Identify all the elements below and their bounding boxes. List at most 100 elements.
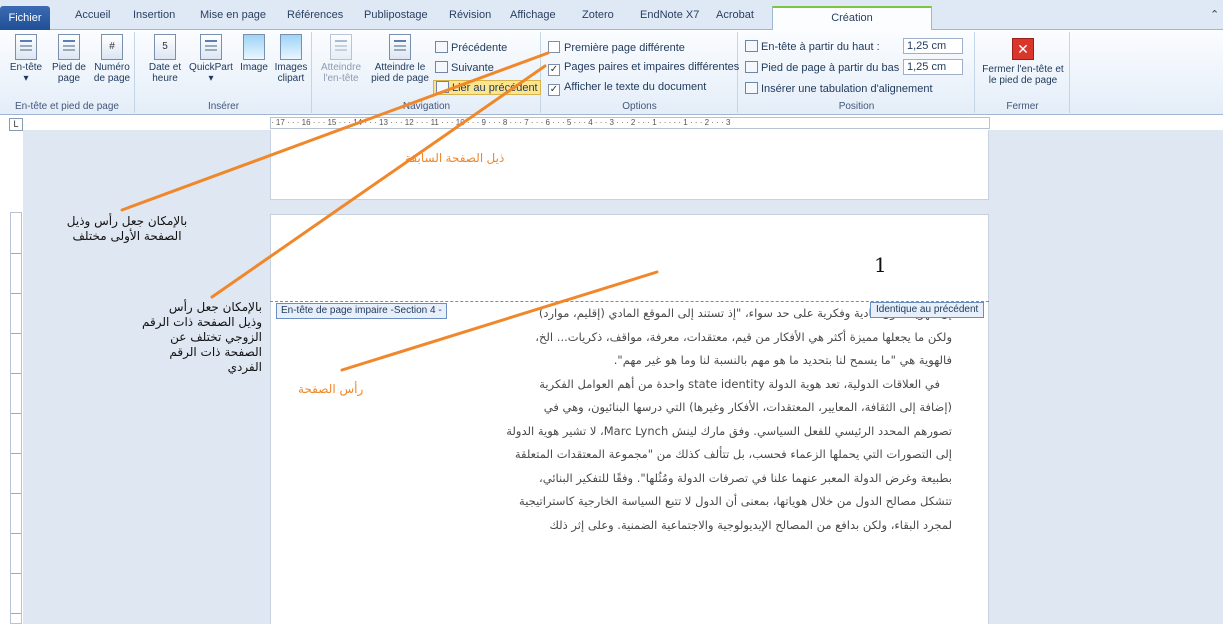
group-close: ✕ Fermer l'en-tête et le pied de page Fe…: [976, 32, 1070, 113]
next-icon: [435, 61, 448, 73]
next-button[interactable]: Suivante: [435, 61, 494, 74]
previous-button[interactable]: Précédente: [435, 41, 507, 54]
page-number-label: Numéro de page: [93, 62, 131, 84]
image-button[interactable]: Image: [238, 34, 270, 73]
image-icon: [243, 34, 265, 60]
tab-endnote[interactable]: EndNote X7: [640, 9, 699, 21]
footer-icon: [58, 34, 80, 60]
tab-acrobat[interactable]: Acrobat: [716, 9, 754, 21]
show-document-text-option[interactable]: ✓ Afficher le texte du document: [548, 81, 706, 96]
tab-file[interactable]: Fichier: [0, 6, 50, 30]
group-title-position: Position: [838, 101, 875, 112]
body-line: لمجرد البقاء، ولكن بدافع من المصالح الإي…: [549, 517, 952, 532]
image-label: Image: [240, 62, 268, 73]
group-title-options: Options: [622, 101, 657, 112]
vertical-ruler[interactable]: [10, 212, 22, 624]
different-odd-even-checkbox[interactable]: ✓: [548, 64, 560, 76]
link-icon: [436, 81, 449, 93]
tab-mailings[interactable]: Publipostage: [364, 9, 428, 21]
group-position: En-tête à partir du haut : 1,25 cm Pied …: [739, 32, 975, 113]
quickpart-icon: [200, 34, 222, 60]
footer-button[interactable]: Pied de page: [48, 34, 90, 84]
body-line: تتشكل مصالح الدول من خلال هوياتها، بمعنى…: [519, 494, 952, 508]
footer-from-bottom-spinner[interactable]: 1,25 cm: [903, 59, 963, 75]
body-line: في العلاقات الدولية، تعد هوية الدولة sta…: [539, 376, 940, 391]
body-line: (إضافة إلى الثقافة، المعايير، المعتقدات،…: [543, 400, 952, 414]
goto-footer-icon: [389, 34, 411, 60]
group-header-footer: En-tête ▾ Pied de page # Numéro de page E…: [0, 32, 135, 113]
footer-from-bottom-label: Pied de page à partir du bas :: [761, 62, 906, 74]
insert-alignment-tab-button[interactable]: Insérer une tabulation d'alignement: [745, 82, 933, 95]
show-document-text-checkbox[interactable]: ✓: [548, 84, 560, 96]
header-button[interactable]: En-tête ▾: [6, 34, 46, 84]
footer-from-bottom-row: Pied de page à partir du bas :: [745, 61, 905, 74]
header-position-icon: [745, 40, 758, 52]
different-first-page-option[interactable]: Première page différente: [548, 41, 685, 54]
tab-zotero[interactable]: Zotero: [582, 9, 614, 21]
header-label: En-tête: [9, 62, 43, 73]
date-time-button[interactable]: 5 Date et heure: [146, 34, 184, 84]
tab-review[interactable]: Révision: [449, 9, 491, 21]
goto-footer-label: Atteindre le pied de page: [371, 62, 429, 84]
header-from-top-label: En-tête à partir du haut :: [761, 41, 880, 53]
close-icon: ✕: [1012, 38, 1034, 60]
tab-design[interactable]: Création: [772, 6, 932, 31]
odd-even-annotation: بالإمكان جعل رأس وذيل الصفحة ذات الرقم ا…: [142, 300, 262, 374]
document-body[interactable]: إن الهوية تكون مادية وفكرية على حد سواء،…: [352, 302, 952, 537]
alignment-tab-icon: [745, 82, 758, 94]
page-number-button[interactable]: # Numéro de page: [92, 34, 132, 84]
different-first-page-label: Première page différente: [564, 42, 685, 54]
show-document-text-label: Afficher le texte du document: [564, 81, 707, 93]
footer-position-icon: [745, 61, 758, 73]
same-as-previous-tag: Identique au précédent: [870, 302, 985, 318]
tab-references[interactable]: Références: [287, 9, 343, 21]
page-number[interactable]: 1: [874, 253, 887, 277]
first-page-annotation: بالإمكان جعل رأس وذيل الصفحة الأولى مختل…: [66, 214, 188, 243]
group-title-insert: Insérer: [207, 101, 240, 112]
goto-footer-button[interactable]: Atteindre le pied de page: [369, 34, 431, 84]
group-title-close: Fermer: [1006, 101, 1039, 112]
insert-alignment-tab-label: Insérer une tabulation d'alignement: [761, 83, 933, 95]
different-first-page-checkbox[interactable]: [548, 41, 560, 53]
body-line: ولكن ما يجعلها مميزة أكثر هي الأفكار من …: [535, 329, 952, 344]
header-from-top-spinner[interactable]: 1,25 cm: [903, 38, 963, 54]
header-annotation-label: رأس الصفحة: [298, 382, 364, 396]
tab-page-layout[interactable]: Mise en page: [200, 9, 266, 21]
group-title-header-footer: En-tête et pied de page: [15, 101, 119, 112]
body-line: فالهوية هي "ما يسمح لنا بتحديد ما هو مهم…: [613, 353, 952, 367]
tab-view[interactable]: Affichage: [510, 9, 556, 21]
tab-selector[interactable]: L: [9, 118, 23, 131]
group-title-navigation: Navigation: [402, 101, 451, 112]
quickpart-label: QuickPart: [189, 62, 233, 73]
previous-icon: [435, 41, 448, 53]
previous-footer-text[interactable]: ذيل الصفحة السابقة: [405, 151, 504, 165]
clipart-icon: [280, 34, 302, 60]
clipart-button[interactable]: Images clipart: [272, 34, 310, 84]
close-header-footer-button[interactable]: ✕ Fermer l'en-tête et le pied de page: [979, 34, 1067, 86]
link-to-previous-button[interactable]: Lier au précédent: [433, 80, 541, 95]
tab-insert[interactable]: Insertion: [133, 9, 175, 21]
different-odd-even-label: Pages paires et impaires différentes: [564, 61, 740, 73]
different-odd-even-option[interactable]: ✓ Pages paires et impaires différentes: [548, 61, 739, 76]
quickpart-button[interactable]: QuickPart ▾: [186, 34, 236, 84]
header-section-tag: En-tête de page impaire -Section 4 -: [276, 303, 447, 319]
clipart-label: Images clipart: [274, 62, 308, 84]
body-line: تصورهم المحدد الرئيسي للفعل السياسي. وفق…: [506, 423, 952, 438]
horizontal-ruler[interactable]: · 17 · · · 16 · · · 15 · · · 14 · · · 13…: [270, 117, 990, 129]
calendar-icon: 5: [154, 34, 176, 60]
previous-page: [270, 130, 989, 200]
ribbon-collapse-icon[interactable]: ⌃: [1210, 8, 1219, 21]
body-line: إلى التصورات التي يحملها الزعماء فحسب، ب…: [514, 447, 952, 461]
header-icon: [15, 34, 37, 60]
page-number-icon: #: [101, 34, 123, 60]
body-line: بطبيعة وغرض الدولة المعبر عنهما علنا في …: [539, 470, 952, 485]
tab-home[interactable]: Accueil: [75, 9, 110, 21]
date-time-label: Date et heure: [148, 62, 182, 84]
ribbon: En-tête ▾ Pied de page # Numéro de page E…: [0, 30, 1223, 115]
group-insert: 5 Date et heure QuickPart ▾ Image Images …: [136, 32, 312, 113]
footer-label: Pied de page: [52, 62, 86, 84]
close-header-footer-label: Fermer l'en-tête et le pied de page: [982, 64, 1064, 86]
goto-header-button[interactable]: Atteindre l'en-tête: [317, 34, 365, 84]
goto-header-icon: [330, 34, 352, 60]
next-label: Suivante: [451, 62, 494, 74]
